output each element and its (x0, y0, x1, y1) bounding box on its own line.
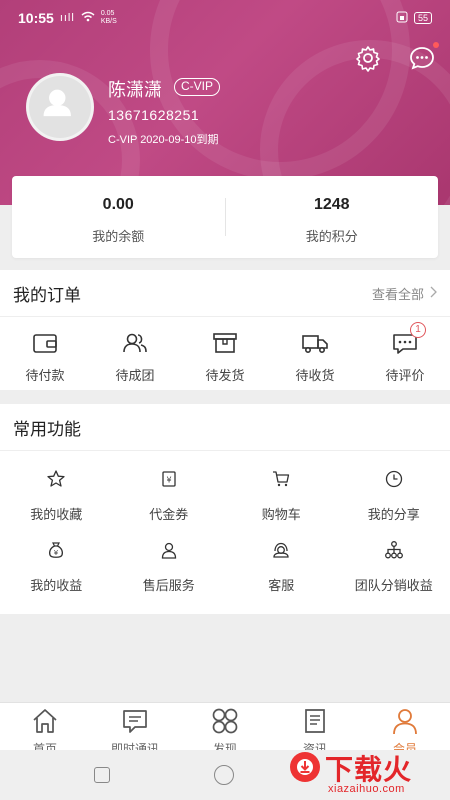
truck-icon (301, 335, 329, 360)
clock-icon (384, 470, 404, 493)
order-item-label: 待发货 (205, 368, 245, 383)
tab-member[interactable]: 会员 (360, 703, 450, 750)
group-icon (121, 333, 149, 360)
vip-badge: C-VIP (174, 78, 221, 96)
person-icon (159, 542, 179, 564)
message-icon[interactable] (408, 44, 436, 72)
box-icon (211, 333, 239, 360)
order-item-label: 待评价 (385, 368, 425, 383)
avatar[interactable] (26, 73, 94, 141)
order-pending-payment[interactable]: 待付款 (0, 317, 90, 390)
orders-section: 我的订单 查看全部 待付款 待成团 待发货 待收货 1 待评价 (0, 270, 450, 390)
order-pending-review[interactable]: 1 待评价 (360, 317, 450, 390)
points-cell[interactable]: 1248 我的积分 (226, 176, 439, 258)
balance-cell[interactable]: 0.00 我的余额 (12, 176, 225, 258)
lock-icon (396, 11, 408, 26)
recent-apps-button[interactable] (94, 767, 110, 783)
tab-home[interactable]: 首页 (0, 703, 90, 750)
functions-title: 常用功能 (13, 419, 81, 439)
tab-label: 发现 (212, 742, 237, 750)
functions-header: 常用功能 (0, 404, 450, 451)
wallet-icon (31, 334, 59, 360)
func-label: 我的收藏 (30, 507, 83, 522)
chat-icon (120, 710, 150, 739)
user-phone: 13671628251 (108, 107, 200, 123)
bottom-tab-bar: 首页 即时通讯 发现 资讯 会员 (0, 702, 450, 750)
func-label: 我的分享 (367, 507, 420, 522)
watermark-domain: xiazaihuo.com (328, 783, 405, 795)
balance-card: 0.00 我的余额 1248 我的积分 (12, 176, 438, 258)
watermark-brand: 下载火 (325, 754, 413, 785)
voucher-icon: ¥ (159, 471, 179, 493)
user-name: 陈潇潇 (108, 80, 162, 100)
orders-header: 我的订单 查看全部 (0, 270, 450, 317)
func-earnings[interactable]: ¥ 我的收益 (0, 540, 113, 611)
cart-icon (271, 471, 291, 493)
status-bar: 10:55 ııll 0.05 KB/S 55 (0, 0, 450, 36)
status-time: 10:55 (18, 10, 54, 26)
order-pending-receipt[interactable]: 待收货 (270, 317, 360, 390)
settings-gear-icon[interactable] (354, 44, 382, 72)
home-icon (30, 709, 60, 739)
vip-expiry: C-VIP 2020-09-10到期 (108, 134, 219, 146)
func-team-distribution[interactable]: 团队分销收益 (338, 540, 450, 611)
func-label: 客服 (268, 578, 295, 593)
points-label: 我的积分 (305, 229, 358, 244)
func-label: 售后服务 (142, 578, 195, 593)
watermark-logo-icon (290, 752, 320, 782)
money-bag-icon: ¥ (46, 542, 66, 564)
func-label: 购物车 (261, 507, 301, 522)
tab-label: 即时通讯 (110, 742, 159, 750)
signal-icon: ııll (59, 12, 75, 24)
order-item-label: 待付款 (25, 368, 65, 383)
orders-title: 我的订单 (13, 285, 81, 305)
tab-label: 首页 (32, 742, 57, 750)
review-count-badge: 1 (410, 322, 426, 338)
func-vouchers[interactable]: ¥ 代金券 (113, 469, 226, 540)
func-favorites[interactable]: 我的收藏 (0, 469, 113, 540)
tab-news[interactable]: 资讯 (270, 703, 360, 750)
order-pending-shipment[interactable]: 待发货 (180, 317, 270, 390)
tab-discover[interactable]: 发现 (180, 703, 270, 750)
points-value: 1248 (313, 196, 350, 213)
discover-icon (210, 708, 240, 739)
headset-icon (271, 542, 291, 564)
news-icon (300, 709, 330, 739)
balance-label: 我的余额 (92, 229, 145, 244)
func-label: 团队分销收益 (354, 578, 433, 593)
member-icon (390, 709, 420, 739)
func-share[interactable]: 我的分享 (338, 469, 450, 540)
star-icon (46, 470, 66, 493)
order-item-label: 待成团 (115, 368, 155, 383)
comment-icon (391, 334, 419, 360)
balance-value: 0.00 (102, 196, 134, 213)
view-all-label: 查看全部 (371, 286, 424, 302)
team-tree-icon (384, 541, 404, 564)
func-after-sales[interactable]: 售后服务 (113, 540, 226, 611)
order-item-label: 待收货 (295, 368, 335, 383)
functions-section: 常用功能 我的收藏 ¥ 代金券 购物车 我的分享 ¥ 我的收益 售后服务 客服 … (0, 404, 450, 614)
func-label: 代金券 (149, 507, 189, 522)
chevron-right-icon (430, 286, 437, 301)
message-unread-dot (433, 42, 439, 48)
func-cart[interactable]: 购物车 (225, 469, 338, 540)
func-label: 我的收益 (30, 578, 83, 593)
svg-text:¥: ¥ (54, 549, 59, 557)
wifi-icon (81, 11, 95, 25)
home-button[interactable] (214, 765, 234, 785)
order-pending-group[interactable]: 待成团 (90, 317, 180, 390)
func-customer-service[interactable]: 客服 (225, 540, 338, 611)
battery-icon: 55 (413, 12, 432, 24)
network-speed: 0.05 KB/S (100, 10, 117, 25)
view-all-orders-link[interactable]: 查看全部 (372, 284, 437, 303)
svg-text:¥: ¥ (166, 476, 171, 485)
tab-chat[interactable]: 即时通讯 (90, 703, 180, 750)
